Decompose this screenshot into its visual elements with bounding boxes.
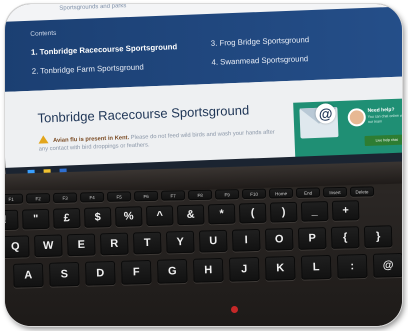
key[interactable]: !: [5, 209, 19, 231]
key[interactable]: L: [300, 254, 332, 280]
live-chat-button[interactable]: Live help chat: [364, 134, 402, 147]
help-text: You can chat online with our team: [367, 113, 402, 124]
key[interactable]: G: [156, 258, 188, 284]
key[interactable]: :: [336, 253, 368, 279]
key[interactable]: U: [198, 229, 228, 253]
key[interactable]: _: [300, 200, 329, 222]
key[interactable]: ": [21, 208, 50, 230]
key[interactable]: F: [120, 259, 152, 285]
key[interactable]: T: [132, 231, 162, 255]
key[interactable]: @: [372, 252, 402, 278]
key[interactable]: {: [330, 226, 360, 249]
key[interactable]: I: [231, 228, 261, 252]
contents-link-swanmead[interactable]: 4. Swanmead Sportsground: [211, 54, 308, 67]
key[interactable]: P: [297, 227, 327, 250]
keyboard-row: !"£$%^&*()_+: [5, 198, 402, 231]
key[interactable]: F10: [241, 188, 267, 200]
key[interactable]: %: [114, 206, 143, 227]
key[interactable]: F6: [133, 190, 159, 202]
key[interactable]: £: [52, 207, 81, 229]
laptop-keyboard: F1 F2 F3 F4 F5 F6 F7 F8 F9 F10 Home End Insert Delete…: [5, 186, 402, 326]
key[interactable]: +: [331, 200, 360, 221]
key[interactable]: (: [238, 202, 267, 224]
key[interactable]: F2: [25, 193, 51, 204]
key[interactable]: Home: [268, 187, 294, 199]
key[interactable]: A: [12, 262, 44, 288]
key[interactable]: &: [176, 204, 205, 226]
avian-flu-alert: Avian flu is present in Kent. Please do …: [38, 126, 279, 154]
trackpoint-icon[interactable]: [231, 306, 238, 313]
key[interactable]: O: [264, 227, 294, 251]
key[interactable]: Insert: [322, 186, 348, 198]
breadcrumb[interactable]: Sportsgrounds and parks: [59, 4, 126, 18]
key[interactable]: Delete: [349, 186, 375, 197]
keyboard-row: ASDFGHJKL:@~: [5, 252, 402, 288]
key[interactable]: Q: [5, 235, 30, 259]
warning-icon: [38, 135, 49, 144]
key[interactable]: H: [192, 257, 224, 283]
key[interactable]: F8: [187, 189, 213, 201]
key[interactable]: *: [207, 203, 236, 225]
laptop-screen: Sportsgrounds and parks Contents 1. Tonb…: [5, 4, 402, 182]
photo-frame: Sportsgrounds and parks Contents 1. Tonb…: [5, 4, 402, 326]
key[interactable]: End: [295, 187, 321, 198]
key[interactable]: $: [83, 207, 112, 228]
key[interactable]: D: [84, 260, 116, 286]
contents-link-racecourse[interactable]: 1. Tonbridge Racecourse Sportsground: [31, 42, 178, 57]
key[interactable]: F7: [160, 190, 186, 201]
key[interactable]: R: [99, 232, 129, 256]
key[interactable]: F4: [79, 191, 105, 203]
key[interactable]: F1: [5, 193, 24, 205]
key[interactable]: W: [33, 234, 63, 258]
key[interactable]: J: [228, 256, 260, 282]
keyboard-row: Q W E R T Y U I O P{}: [5, 224, 402, 259]
key[interactable]: Y: [165, 230, 195, 254]
key[interactable]: }: [363, 225, 393, 248]
key[interactable]: F3: [52, 192, 78, 203]
key[interactable]: K: [264, 255, 296, 281]
contents-link-farm[interactable]: 2. Tonbridge Farm Sportsground: [32, 62, 144, 75]
page-title: Tonbridge Racecourse Sportsground: [37, 102, 250, 126]
key[interactable]: S: [48, 261, 80, 287]
key[interactable]: F9: [214, 189, 240, 200]
key[interactable]: ): [269, 201, 298, 223]
contents-link-frog-bridge[interactable]: 3. Frog Bridge Sportsground: [211, 35, 310, 48]
help-title: Need help?: [367, 106, 395, 114]
key[interactable]: E: [66, 233, 96, 257]
key[interactable]: ^: [145, 205, 174, 227]
contents-heading: Contents: [30, 29, 57, 38]
key[interactable]: F5: [106, 191, 132, 202]
